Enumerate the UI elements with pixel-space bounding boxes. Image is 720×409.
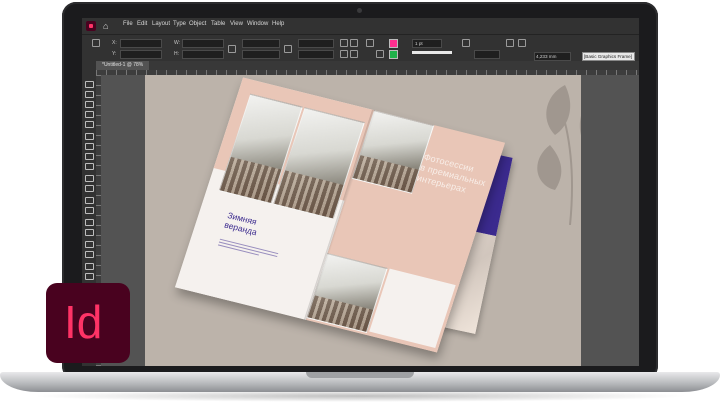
laptop-notch [306,372,414,378]
rotation-field[interactable] [298,39,334,48]
reference-point-icon[interactable] [92,39,100,47]
w-label: W: [174,40,181,46]
free-transform-tool-icon[interactable] [85,207,94,214]
spread-caption-text [217,237,279,262]
leaf-shadow-image [537,85,581,225]
constrain-scale-icon[interactable] [284,45,292,53]
hand-tool-icon[interactable] [85,263,94,270]
document-tab-bar: *Untitled-1 @ 78% [96,61,639,70]
indesign-logo-text: Id [64,296,103,348]
direct-selection-tool-icon[interactable] [85,91,94,98]
menu-layout[interactable]: Layout [152,21,170,27]
h-label: H: [174,51,179,57]
spread-title: Зимняя веранда [223,210,261,237]
menu-view[interactable]: View [230,21,243,27]
gradient-swatch-tool-icon[interactable] [85,219,94,226]
x-field[interactable] [120,39,162,48]
screen: ⌂ File Edit Layout Type Object Table Vie… [82,18,639,366]
flip-horizontal-icon[interactable] [350,39,358,47]
scissors-tool-icon[interactable] [85,197,94,204]
eyedropper-tool-icon[interactable] [85,251,94,258]
effects-icon[interactable] [462,39,470,47]
stroke-color-swatch[interactable] [389,39,398,48]
menu-object[interactable]: Object [189,21,206,27]
object-style-dropdown[interactable]: [Basic Graphics Frame] [582,52,635,61]
rotate-cw-icon[interactable] [340,39,348,47]
height-field[interactable] [182,50,224,59]
menu-type[interactable]: Type [173,21,186,27]
pencil-tool-icon[interactable] [85,163,94,170]
zoom-tool-icon[interactable] [85,273,94,280]
home-icon[interactable]: ⌂ [103,21,108,31]
constrain-proportions-icon[interactable] [228,45,236,53]
type-tool-icon[interactable] [85,133,94,140]
gap-tool-icon[interactable] [85,111,94,118]
rectangle-frame-tool-icon[interactable] [85,175,94,182]
rotate-ccw-icon[interactable] [340,50,348,58]
select-content-icon[interactable] [376,50,384,58]
align-icon[interactable] [518,39,526,47]
webcam-icon [357,8,362,13]
x-label: X: [112,40,117,46]
y-field[interactable] [120,50,162,59]
content-collector-icon[interactable] [85,121,94,128]
scale-x-field[interactable] [242,39,280,48]
menu-window[interactable]: Window [247,21,268,27]
gradient-feather-tool-icon[interactable] [85,229,94,236]
note-tool-icon[interactable] [85,241,94,248]
selection-tool-icon[interactable] [85,81,94,88]
control-panel: X: Y: W: H: 1 pt 4,233 mm [Basic Graphic… [82,34,639,62]
scale-y-field[interactable] [242,50,280,59]
menu-edit[interactable]: Edit [137,21,147,27]
indesign-logo: Id [46,283,130,363]
line-tool-icon[interactable] [85,143,94,150]
rectangle-tool-icon[interactable] [85,185,94,192]
select-container-icon[interactable] [366,39,374,47]
pen-tool-icon[interactable] [85,153,94,160]
document-tab[interactable]: *Untitled-1 @ 78% [96,61,150,70]
flip-vertical-icon[interactable] [350,50,358,58]
opacity-field[interactable] [474,50,500,59]
corner-size-value: 4,233 mm [536,54,557,59]
width-field[interactable] [182,39,224,48]
menu-bar: ⌂ File Edit Layout Type Object Table Vie… [82,18,639,34]
fill-color-swatch[interactable] [389,50,398,59]
stroke-type-preview[interactable] [412,51,452,54]
menu-help[interactable]: Help [272,21,284,27]
y-label: Y: [112,51,117,57]
menu-table[interactable]: Table [211,21,225,27]
stroke-weight-field[interactable]: 1 pt [412,39,442,48]
page-tool-icon[interactable] [85,101,94,108]
shear-field[interactable] [298,50,334,59]
document-page[interactable]: Зимняя веранда Фотосессии в премиальных … [145,75,581,366]
stroke-weight-value: 1 pt [415,41,423,46]
indesign-app-icon[interactable] [86,21,96,31]
text-wrap-icon[interactable] [506,39,514,47]
menu-file[interactable]: File [123,21,133,27]
corner-size-field[interactable]: 4,233 mm [534,52,571,61]
right-page-heading: Фотосессии в премиальных интерьерах [415,152,493,200]
